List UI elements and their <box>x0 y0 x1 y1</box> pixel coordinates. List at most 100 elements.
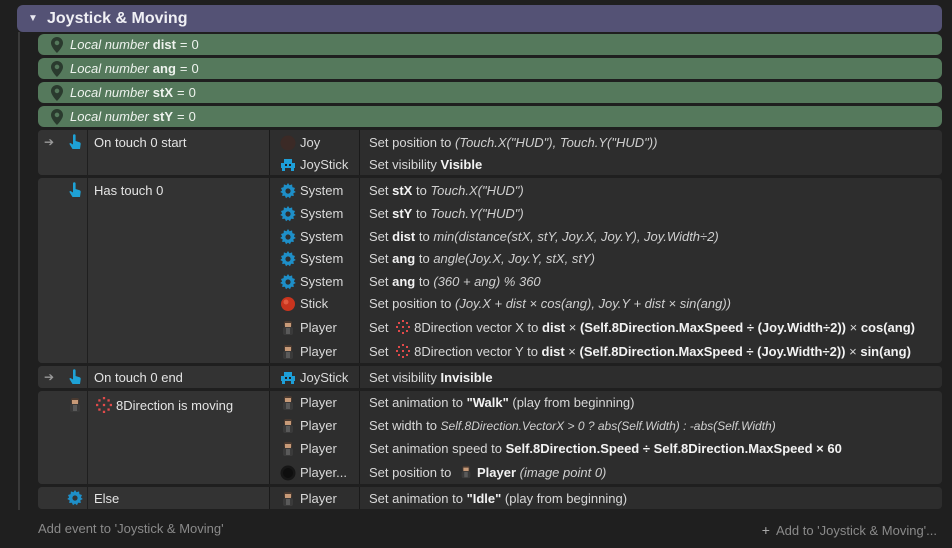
condition-row[interactable]: ➔ On touch 0 start <box>38 131 269 153</box>
condition-column[interactable] <box>38 178 269 363</box>
action-row[interactable]: System Set dist to min(distance(stX, stY… <box>269 225 942 248</box>
object-name: Player <box>300 491 337 506</box>
condition-row[interactable]: Has touch 0 <box>38 179 269 201</box>
trigger-arrow-icon: ➔ <box>44 370 55 384</box>
condition-label: On touch 0 start <box>94 134 187 150</box>
equals-sign: = <box>179 61 188 76</box>
action-text: Set visibility Visible <box>369 157 483 172</box>
gear-icon <box>279 182 297 200</box>
action-row[interactable]: Player Set animation speed to Self.8Dire… <box>269 437 942 460</box>
local-variable-stx[interactable]: Local number stX = 0 <box>38 82 942 103</box>
eight-direction-icon <box>396 320 411 334</box>
action-row[interactable]: JoyStick Set visibility Visible <box>269 153 942 175</box>
condition-row[interactable]: 8Direction is moving <box>38 394 269 416</box>
variable-value: 0 <box>191 61 199 76</box>
action-text: Set position to Player (image point 0) <box>369 465 607 480</box>
eight-direction-icon <box>96 397 112 413</box>
local-variable-sty[interactable]: Local number stY = 0 <box>38 106 942 127</box>
player-icon <box>279 417 297 435</box>
add-to-group-link[interactable]: + Add to 'Joystick & Moving'... <box>762 522 937 538</box>
local-variable-ang[interactable]: Local number ang = 0 <box>38 58 942 79</box>
action-row[interactable]: System Set ang to angle(Joy.X, Joy.Y, st… <box>269 247 942 270</box>
condition-label: Has touch 0 <box>94 182 164 198</box>
joy-circle-icon <box>279 134 297 152</box>
player-icon <box>66 396 84 414</box>
group-indent-line <box>18 32 20 510</box>
action-text: Set animation to "Walk" (play from begin… <box>369 395 635 410</box>
local-keyword: Local number <box>70 37 149 52</box>
action-text: Set dist to min(distance(stX, stY, Joy.X… <box>369 229 719 244</box>
action-row[interactable]: System Set stY to Touch.Y("HUD") <box>269 202 942 225</box>
object-name: Stick <box>300 296 329 311</box>
event-on-touch-end[interactable]: ➔ On touch 0 end JoyStick Set visibility… <box>38 366 942 388</box>
action-text: Set position to (Touch.X("HUD"), Touch.Y… <box>369 135 658 150</box>
group-header[interactable]: ▼ Joystick & Moving <box>17 5 942 32</box>
map-pin-icon <box>51 36 63 53</box>
touch-icon <box>66 368 84 386</box>
object-name: System <box>300 274 344 289</box>
object-name: JoyStick <box>300 370 349 385</box>
condition-label: 8Direction is moving <box>116 397 234 413</box>
object-name: Player <box>300 418 337 433</box>
action-row[interactable]: System Set stX to Touch.X("HUD") <box>269 179 942 202</box>
gear-icon <box>279 250 297 268</box>
object-name: Player <box>300 441 337 456</box>
action-text: Set position to (Joy.X + dist × cos(ang)… <box>369 296 732 311</box>
action-row[interactable]: Player Set animation to "Walk" (play fro… <box>269 391 942 414</box>
triangle-down-icon[interactable]: ▼ <box>28 13 38 24</box>
event-on-touch-start[interactable]: ➔ On touch 0 start Joy Set position to (… <box>38 130 942 175</box>
action-row[interactable]: Player Set animation to "Idle" (play fro… <box>269 487 942 509</box>
map-pin-icon <box>51 84 63 101</box>
player-icon <box>279 440 297 458</box>
local-keyword: Local number <box>70 109 149 124</box>
variable-name: stY <box>152 109 174 124</box>
action-row[interactable]: JoyStick Set visibility Invisible <box>269 366 942 388</box>
add-to-group-label: Add to 'Joystick & Moving'... <box>775 523 937 538</box>
action-text: Set stY to Touch.Y("HUD") <box>369 206 524 221</box>
object-name: Joy <box>300 135 321 150</box>
condition-row[interactable]: ➔ On touch 0 end <box>38 366 269 388</box>
action-text: Set ang to (360 + ang) % 360 <box>369 274 541 289</box>
action-row[interactable]: Joy Set position to (Touch.X("HUD"), Tou… <box>269 131 942 154</box>
equals-sign: = <box>177 85 185 100</box>
action-row[interactable]: Player Set width to Self.8Direction.Vect… <box>269 414 942 437</box>
variable-name: ang <box>152 61 176 76</box>
variable-value: 0 <box>188 109 196 124</box>
player-icon <box>279 394 297 412</box>
map-pin-icon <box>51 108 63 125</box>
action-row[interactable]: Player... Set position to Player (image … <box>269 461 942 484</box>
action-text: Set ang to angle(Joy.X, Joy.Y, stX, stY) <box>369 251 595 266</box>
action-text: Set 8Direction vector Y to dist × (Self.… <box>369 344 911 359</box>
add-event-link[interactable]: Add event to 'Joystick & Moving' <box>38 521 224 536</box>
event-else[interactable]: Else Player Set animation to "Idle" (pla… <box>38 487 942 509</box>
condition-label: Else <box>94 490 120 506</box>
action-text: Set width to Self.8Direction.VectorX > 0… <box>369 418 776 433</box>
event-8direction-moving[interactable]: 8Direction is moving Player Set animatio… <box>38 391 942 484</box>
action-row[interactable]: Player Set 8Direction vector X to dist ×… <box>269 316 942 339</box>
local-variable-dist[interactable]: Local number dist = 0 <box>38 34 942 55</box>
variable-value: 0 <box>188 85 196 100</box>
object-name: System <box>300 229 344 244</box>
object-name: System <box>300 251 344 266</box>
action-row[interactable]: System Set ang to (360 + ang) % 360 <box>269 270 942 293</box>
object-name: System <box>300 206 344 221</box>
action-text: Set animation speed to Self.8Direction.S… <box>369 441 842 456</box>
touch-icon <box>66 181 84 199</box>
plus-icon: + <box>761 522 770 538</box>
player-icon <box>279 319 297 337</box>
action-text: Set stX to Touch.X("HUD") <box>369 183 524 198</box>
gear-icon <box>279 228 297 246</box>
equals-sign: = <box>179 37 188 52</box>
stick-circle-icon <box>279 295 297 313</box>
object-name: Player <box>300 395 337 410</box>
action-text: Set animation to "Idle" (play from begin… <box>369 491 628 506</box>
action-text: Set visibility Invisible <box>369 370 493 385</box>
local-keyword: Local number <box>70 85 149 100</box>
object-name: Player <box>300 344 337 359</box>
action-row[interactable]: Player Set 8Direction vector Y to dist ×… <box>269 340 942 363</box>
action-row[interactable]: Stick Set position to (Joy.X + dist × co… <box>269 292 942 315</box>
condition-row[interactable]: Else <box>38 487 269 509</box>
event-has-touch[interactable]: Has touch 0 System Set stX to Touch.X("H… <box>38 178 942 363</box>
local-keyword: Local number <box>70 61 149 76</box>
action-text: Set 8Direction vector X to dist × (Self.… <box>369 320 915 335</box>
